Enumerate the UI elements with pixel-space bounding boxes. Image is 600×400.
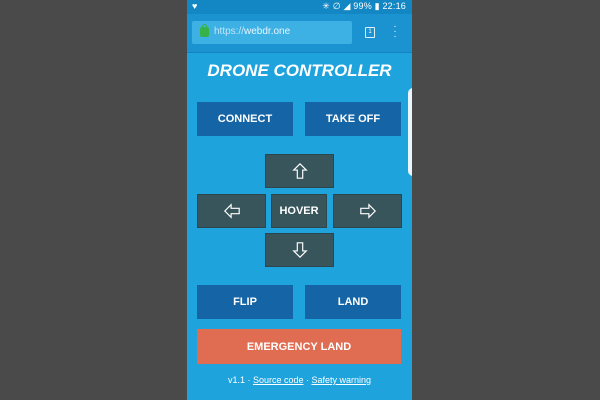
arrow-down-icon [291,242,308,259]
signal-icon: ◢ [343,1,351,11]
forward-button[interactable] [265,154,334,188]
battery-level: 99% [353,1,372,11]
mute-icon: ∅ [332,1,341,11]
tabs-icon[interactable]: 1 [365,27,375,38]
safety-warning-link[interactable]: Safety warning [312,375,372,385]
browser-toolbar: https://webdr.one 1 · · · [187,14,412,53]
footer: v1.1 · Source code · Safety warning [187,375,412,385]
url-scheme: https:// [214,26,245,37]
version-text: v1.1 [227,375,245,385]
battery-icon: ▮ [374,1,380,11]
overflow-menu-icon[interactable]: · · · [393,22,397,42]
backward-button[interactable] [265,233,334,267]
status-indicators: ✳ ∅ ◢ 99% ▮ 22:16 [322,1,406,12]
lock-icon [200,24,209,37]
arrow-right-icon [359,203,376,219]
footer-separator: · [244,375,253,385]
bluetooth-icon: ✳ [322,1,330,11]
connect-button[interactable]: CONNECT [197,102,293,136]
page-title: DRONE CONTROLLER [207,61,392,80]
land-button[interactable]: LAND [305,285,401,319]
arrow-left-icon [223,203,240,219]
phone-screen: ♥ ✳ ∅ ◢ 99% ▮ 22:16 https://webdr.one 1 … [187,0,412,400]
clock: 22:16 [382,1,406,11]
footer-separator: · [303,375,312,385]
emergency-land-button[interactable]: EMERGENCY LAND [197,329,401,364]
source-code-link[interactable]: Source code [253,375,304,385]
hover-button[interactable]: HOVER [271,194,327,228]
status-bar: ♥ ✳ ∅ ◢ 99% ▮ 22:16 [187,0,412,14]
heart-icon: ♥ [192,1,198,11]
url-host: webdr.one [244,26,291,37]
left-button[interactable] [197,194,266,228]
url-text: https://webdr.one [214,26,290,37]
flip-button[interactable]: FLIP [197,285,293,319]
edge-panel-handle[interactable] [408,88,412,176]
takeoff-button[interactable]: TAKE OFF [305,102,401,136]
url-field[interactable]: https://webdr.one [192,21,352,44]
arrow-up-icon [291,162,308,179]
right-button[interactable] [333,194,402,228]
